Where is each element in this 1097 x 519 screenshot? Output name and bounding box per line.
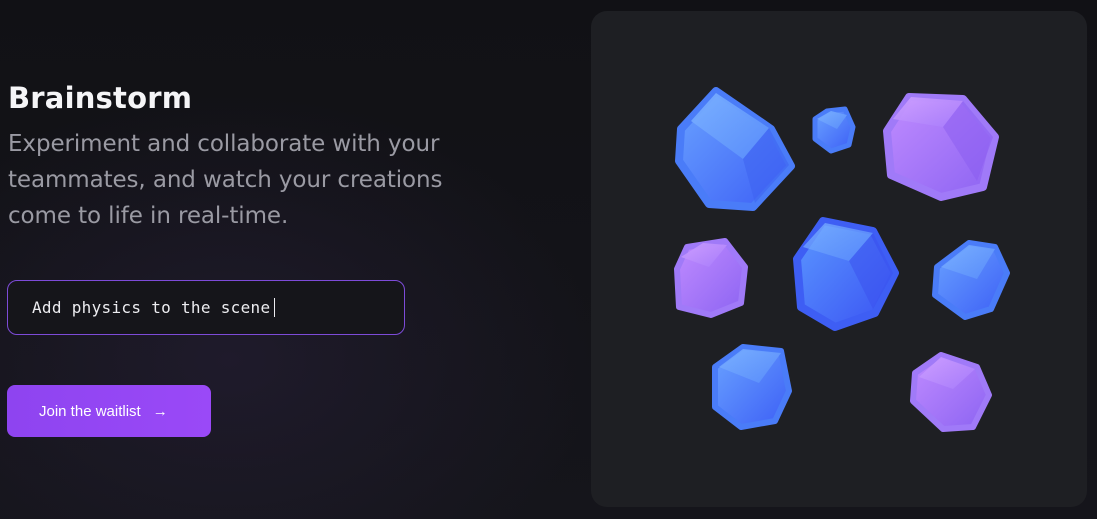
text-cursor bbox=[274, 298, 276, 317]
cube-blue-bottom bbox=[712, 344, 792, 430]
cube-blue-large bbox=[675, 87, 795, 211]
prompt-input[interactable]: Add physics to the scene bbox=[7, 280, 405, 335]
cube-purple-large bbox=[883, 93, 999, 201]
cube-blue-small bbox=[812, 106, 856, 154]
prompt-input-value: Add physics to the scene bbox=[32, 298, 271, 317]
cube-purple-bottom bbox=[910, 352, 992, 432]
hero-title: Brainstorm bbox=[8, 81, 193, 115]
cube-purple-medium bbox=[674, 238, 748, 318]
illustration-panel bbox=[591, 11, 1087, 507]
cube-blue-center bbox=[793, 217, 899, 331]
hero-description: Experiment and collaborate with your tea… bbox=[8, 131, 443, 229]
join-waitlist-button[interactable]: Join the waitlist → bbox=[7, 385, 211, 437]
page: Brainstorm Experiment and collaborate wi… bbox=[0, 0, 1097, 519]
floating-cubes-illustration bbox=[674, 87, 1010, 432]
cube-blue-right bbox=[932, 240, 1010, 320]
join-waitlist-label: Join the waitlist bbox=[39, 402, 141, 420]
arrow-right-icon: → bbox=[152, 402, 168, 420]
hero-section: Brainstorm Experiment and collaborate wi… bbox=[8, 78, 568, 234]
